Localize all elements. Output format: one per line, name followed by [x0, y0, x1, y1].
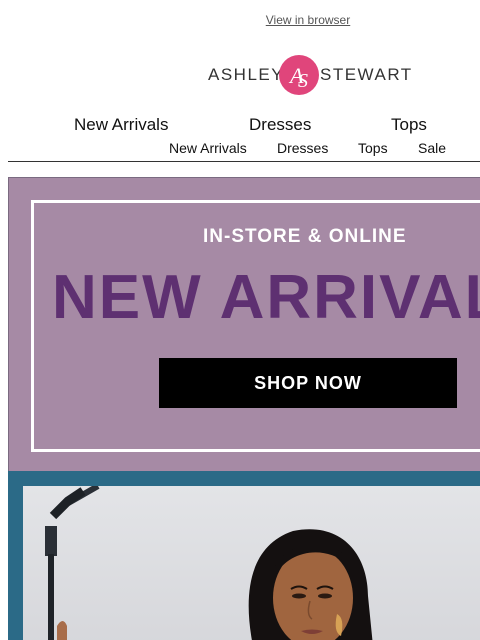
nav-main-tops[interactable]: Tops [391, 115, 427, 135]
banner-subtitle: IN-STORE & ONLINE [203, 226, 407, 247]
nav-sub-new-arrivals[interactable]: New Arrivals [169, 140, 247, 156]
secondary-nav: New Arrivals Dresses Tops Sale [0, 140, 480, 156]
logo-monogram-icon: A S [279, 55, 319, 95]
shop-now-button[interactable]: SHOP NOW [159, 358, 457, 408]
logo-word-left: ASHLEY [208, 65, 285, 84]
brand-logo[interactable]: ASHLEY A S STEWART [208, 53, 418, 97]
promo-banner[interactable]: IN-STORE & ONLINE NEW ARRIVALS SHOP NOW [8, 177, 480, 472]
nav-sub-sale[interactable]: Sale [418, 140, 446, 156]
banner-headline: NEW ARRIVALS [52, 263, 480, 332]
nav-sub-tops[interactable]: Tops [358, 140, 388, 156]
primary-nav: New Arrivals Dresses Tops [0, 115, 480, 135]
nav-main-new-arrivals[interactable]: New Arrivals [74, 115, 168, 135]
nav-sub-dresses[interactable]: Dresses [277, 140, 328, 156]
nav-main-dresses[interactable]: Dresses [249, 115, 311, 135]
hero-image-frame[interactable] [8, 471, 480, 640]
nav-divider [8, 161, 480, 162]
logo-word-right: STEWART [320, 65, 413, 84]
model-photo-illustration [45, 486, 373, 640]
view-in-browser-link[interactable]: View in browser [0, 13, 480, 27]
hero-photo [23, 486, 480, 640]
svg-text:S: S [298, 70, 308, 92]
